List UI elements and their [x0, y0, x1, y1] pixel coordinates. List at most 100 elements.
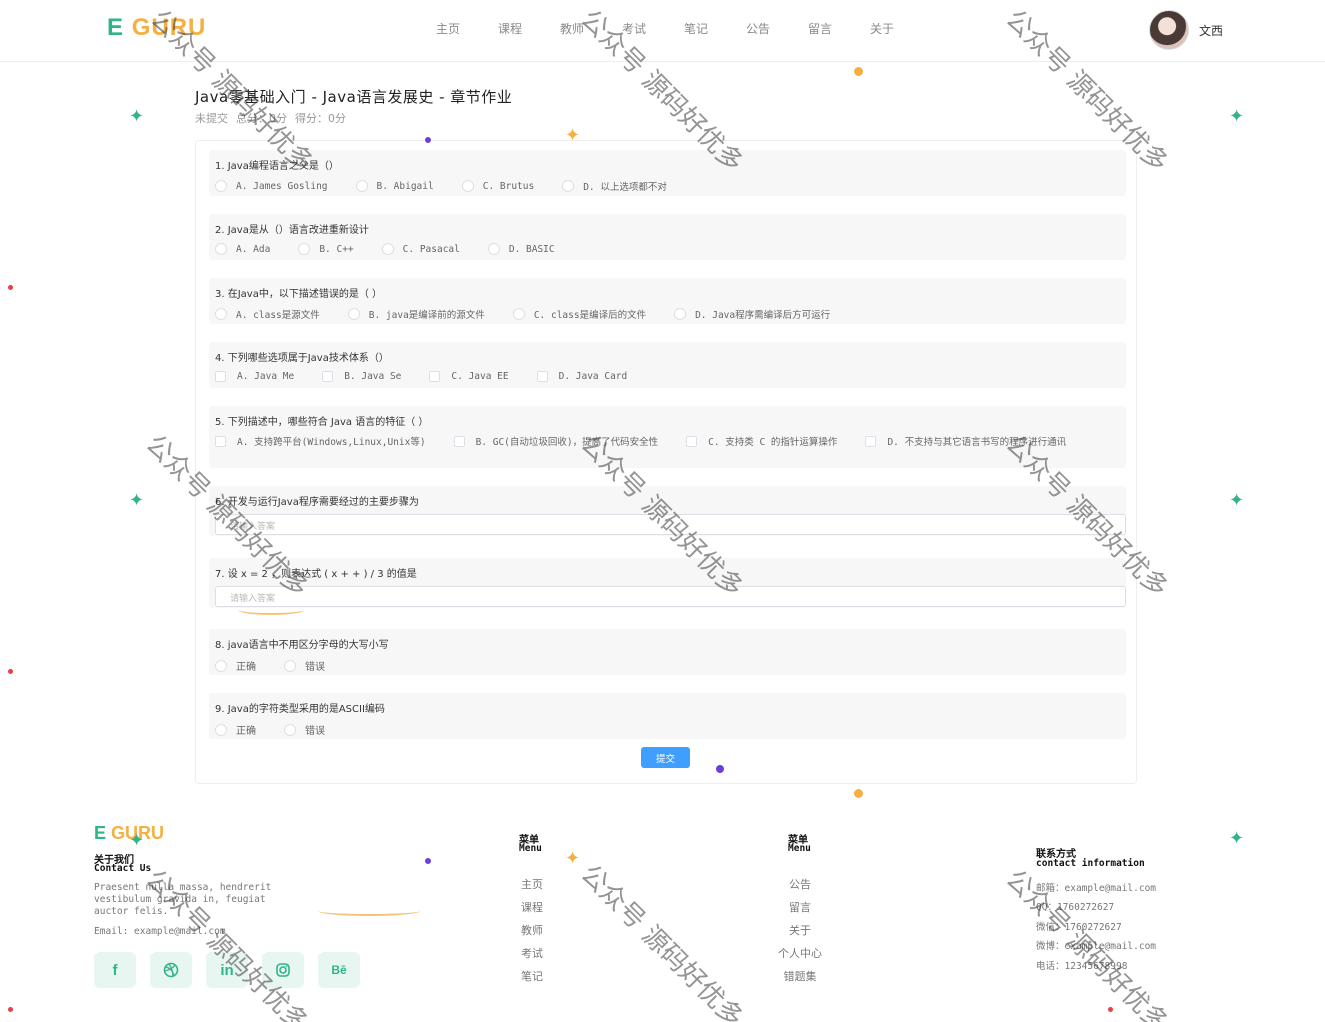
radio-button[interactable]	[487, 243, 500, 255]
option-c[interactable]: C. Pasacal	[381, 243, 460, 255]
option-true[interactable]: 正确	[215, 658, 256, 673]
option-a[interactable]: A. Ada	[215, 243, 270, 255]
checkbox[interactable]	[865, 435, 877, 447]
option-c[interactable]: C. Java EE	[429, 371, 509, 382]
footer-link-notices[interactable]: 公告	[770, 876, 830, 899]
facebook-icon[interactable]: f	[94, 952, 136, 988]
answer-input[interactable]: 请输入答案	[215, 586, 1126, 607]
option-c[interactable]: C. Brutus	[461, 179, 534, 193]
total-score: 总分：0分	[236, 112, 287, 125]
radio-button[interactable]	[674, 308, 687, 320]
question-8: 8. java语言中不用区分字母的大写小写 正确 错误	[209, 629, 1126, 675]
option-b[interactable]: B. GC(自动垃圾回收)，提高了代码安全性	[453, 434, 658, 448]
footer-link-teachers[interactable]: 教师	[509, 922, 555, 945]
footer-link-profile[interactable]: 个人中心	[770, 945, 830, 968]
radio-button[interactable]	[284, 659, 296, 672]
nav-item-home[interactable]: 主页	[417, 20, 479, 37]
option-b[interactable]: B. Abigail	[355, 179, 434, 193]
option-true[interactable]: 正确	[215, 722, 256, 737]
footer-link-about[interactable]: 关于	[770, 922, 830, 945]
checkbox[interactable]	[686, 435, 698, 447]
radio-button[interactable]	[215, 180, 227, 192]
question-2: 2. Java是从（）语言改进重新设计 A. Ada B. C++ C. Pas…	[209, 214, 1126, 260]
option-d[interactable]: D. 不支持与其它语言书写的程序进行通讯	[865, 434, 1066, 448]
footer-link-notes[interactable]: 笔记	[509, 968, 555, 991]
top-header: E GURU 主页 课程 教师 考试 笔记 公告 留言 关于 文西	[0, 0, 1325, 62]
nav-item-exams[interactable]: 考试	[603, 20, 665, 37]
checkbox[interactable]	[536, 371, 548, 382]
instagram-icon[interactable]	[262, 952, 304, 988]
radio-button[interactable]	[347, 308, 360, 320]
sparkle-icon: ✦	[1229, 106, 1245, 127]
radio-button[interactable]	[215, 659, 227, 672]
footer-link-courses[interactable]: 课程	[509, 899, 555, 922]
footer-link-home[interactable]: 主页	[509, 876, 555, 899]
nav-item-notes[interactable]: 笔记	[665, 20, 727, 37]
question-text: 9. Java的字符类型采用的是ASCII编码	[215, 704, 385, 715]
option-false[interactable]: 错误	[284, 722, 325, 737]
nav-item-courses[interactable]: 课程	[479, 20, 541, 37]
behance-icon[interactable]: Bē	[318, 952, 360, 988]
avatar[interactable]	[1149, 10, 1189, 50]
option-d[interactable]: D. Java程序需编译后方可运行	[674, 307, 830, 321]
username[interactable]: 文西	[1199, 22, 1223, 39]
social-links: f in Bē	[94, 952, 360, 988]
contact-weibo: 微博：example@mail.com	[1036, 941, 1157, 953]
option-a[interactable]: A. Java Me	[215, 371, 294, 382]
radio-button[interactable]	[215, 243, 227, 255]
decor-dot	[716, 765, 724, 773]
option-a[interactable]: A. 支持跨平台(Windows,Linux,Unix等)	[215, 434, 426, 448]
decor-dot	[8, 285, 13, 290]
option-c[interactable]: C. 支持类 C 的指针运算操作	[686, 434, 837, 448]
dribbble-icon[interactable]	[150, 952, 192, 988]
footer-link-mistakes[interactable]: 错题集	[770, 968, 830, 991]
nav-item-about[interactable]: 关于	[851, 20, 913, 37]
exam-meta: 未提交 总分：0分 得分：0分	[195, 110, 346, 126]
question-text: 7. 设 x = 2 ，则表达式 ( x + + ) / 3 的值是	[215, 569, 417, 580]
option-d[interactable]: D. Java Card	[536, 371, 627, 382]
decor-dot	[8, 1007, 13, 1012]
question-4: 4. 下列哪些选项属于Java技术体系（） A. Java Me B. Java…	[209, 342, 1126, 388]
radio-button[interactable]	[355, 180, 368, 192]
question-5: 5. 下列描述中，哪些符合 Java 语言的特征（ ） A. 支持跨平台(Win…	[209, 406, 1126, 468]
checkbox[interactable]	[322, 371, 334, 382]
linkedin-icon[interactable]: in	[206, 952, 248, 988]
radio-button[interactable]	[215, 308, 227, 320]
option-b[interactable]: B. java是编译前的源文件	[347, 307, 485, 321]
sparkle-icon: ✦	[129, 830, 145, 851]
radio-button[interactable]	[215, 723, 227, 736]
radio-button[interactable]	[562, 180, 575, 192]
page-title: Java零基础入门 - Java语言发展史 - 章节作业	[195, 88, 513, 106]
checkbox[interactable]	[215, 371, 226, 382]
radio-button[interactable]	[284, 723, 296, 736]
nav-item-messages[interactable]: 留言	[789, 20, 851, 37]
decor-dot	[1108, 1007, 1113, 1012]
option-a[interactable]: A. James Gosling	[215, 179, 328, 193]
radio-button[interactable]	[461, 180, 474, 192]
star-icon: ✦	[565, 848, 581, 869]
option-false[interactable]: 错误	[284, 658, 325, 673]
option-c[interactable]: C. class是编译后的文件	[512, 307, 646, 321]
radio-button[interactable]	[381, 243, 394, 255]
checkbox[interactable]	[215, 435, 226, 447]
footer-link-exams[interactable]: 考试	[509, 945, 555, 968]
checkbox[interactable]	[429, 371, 441, 382]
radio-button[interactable]	[298, 243, 311, 255]
nav-item-notices[interactable]: 公告	[727, 20, 789, 37]
footer-link-messages[interactable]: 留言	[770, 899, 830, 922]
radio-button[interactable]	[512, 308, 525, 320]
option-d[interactable]: D. 以上选项都不对	[562, 179, 667, 193]
decor-dot	[425, 858, 431, 864]
watermark: 公众号 源码好优多	[574, 859, 749, 1022]
checkbox[interactable]	[453, 435, 465, 447]
site-logo[interactable]: E GURU	[107, 14, 206, 42]
option-b[interactable]: B. Java Se	[322, 371, 401, 382]
option-a[interactable]: A. class是源文件	[215, 307, 320, 321]
answer-input[interactable]: 请输入答案	[215, 514, 1126, 535]
nav-item-teachers[interactable]: 教师	[541, 20, 603, 37]
option-b[interactable]: B. C++	[298, 243, 354, 255]
submit-button[interactable]: 提交	[641, 747, 690, 768]
user-menu[interactable]: 文西	[1149, 10, 1223, 50]
option-d[interactable]: D. BASIC	[487, 243, 555, 255]
sparkle-icon: ✦	[129, 106, 145, 127]
